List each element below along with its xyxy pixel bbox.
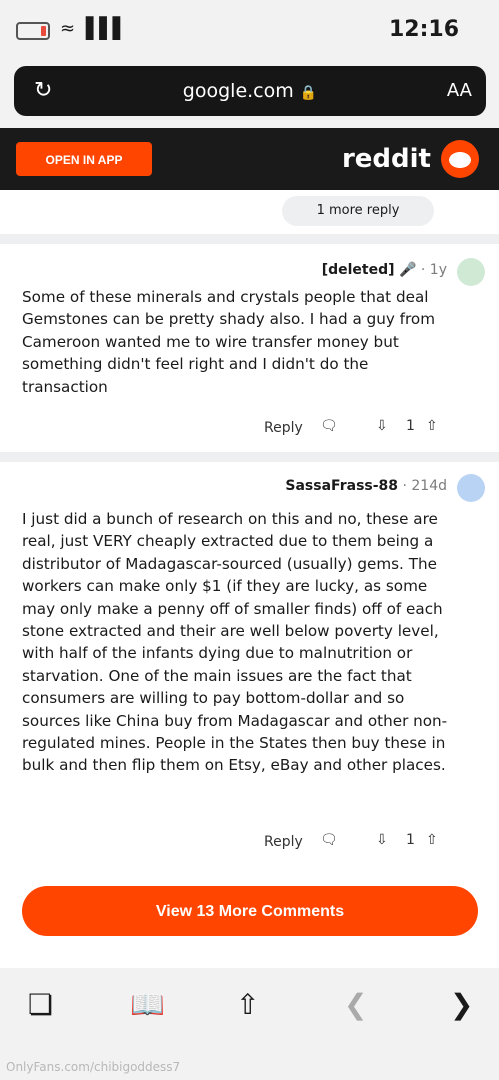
comment-header: [deleted] 🎤 · 1y xyxy=(15,258,485,288)
comment-meta: [deleted] 🎤 · 1y xyxy=(321,262,447,278)
bookmarks-icon[interactable]: 📖 xyxy=(130,988,165,1021)
upvote-icon[interactable]: ⇧ xyxy=(426,418,438,434)
reply-label: Reply xyxy=(264,420,303,436)
mic-icon: 🎤 xyxy=(399,262,417,278)
reddit-logo-text: reddit xyxy=(341,144,431,174)
reader-aa-button[interactable]: AA xyxy=(447,80,472,101)
open-in-app-button[interactable]: OPEN IN APP xyxy=(16,142,152,176)
comment-age: 214d xyxy=(411,478,447,494)
more-reply-button[interactable]: 1 more reply xyxy=(282,196,434,226)
view-more-comments-button[interactable]: View 13 More Comments xyxy=(22,886,478,936)
status-time: 12:16 xyxy=(388,17,459,42)
vote-count: 1 xyxy=(406,418,415,434)
wifi-icon: ≈ xyxy=(60,18,76,39)
avatar[interactable] xyxy=(457,258,485,286)
vote-count: 1 xyxy=(406,832,415,848)
comment-username[interactable]: SassaFrass-88 xyxy=(285,478,398,494)
comment-actions: Reply 🗨 ⇩ 1 ⇧ xyxy=(264,830,454,858)
comment-sassafrass: SassaFrass-88 · 214d I just did a bunch … xyxy=(0,462,499,878)
downvote-icon[interactable]: ⇩ xyxy=(376,418,388,434)
reply-label: Reply xyxy=(264,834,303,850)
lock-icon: 🔒 xyxy=(299,85,318,101)
avatar[interactable] xyxy=(457,474,485,502)
reply-icon[interactable]: 🗨 xyxy=(320,832,338,848)
comment-header: SassaFrass-88 · 214d xyxy=(15,474,485,504)
downvote-icon[interactable]: ⇩ xyxy=(376,832,388,848)
comment-actions: Reply 🗨 ⇩ 1 ⇧ xyxy=(264,416,454,444)
reply-icon[interactable]: 🗨 xyxy=(320,418,338,434)
comment-body: Some of these minerals and crystals peop… xyxy=(22,288,436,396)
upvote-icon[interactable]: ⇧ xyxy=(426,832,438,848)
divider xyxy=(0,452,499,462)
reddit-header: OPEN IN APP reddit xyxy=(0,128,499,190)
watermark: OnlyFans.com/chibigoddess7 xyxy=(6,1060,181,1074)
url-display: google.com 🔒 xyxy=(14,80,486,102)
divider xyxy=(0,234,499,244)
snoo-icon xyxy=(441,140,479,178)
share-icon[interactable]: ⇧ xyxy=(236,988,259,1021)
browser-address-area: ↻ google.com 🔒 AA xyxy=(0,60,499,128)
forward-icon[interactable]: ❮ xyxy=(344,988,367,1021)
back-icon[interactable]: ❯ xyxy=(450,988,473,1021)
comment-username[interactable]: [deleted] xyxy=(322,262,395,278)
comment-age: 1y xyxy=(429,262,447,278)
battery-icon xyxy=(16,22,50,40)
status-bar: ≈ ▌▌▌ 12:16 xyxy=(0,0,499,60)
address-bar[interactable]: ↻ google.com 🔒 AA xyxy=(14,66,486,116)
url-text: google.com xyxy=(182,80,294,102)
comment-meta: SassaFrass-88 · 214d xyxy=(285,478,447,494)
signal-icon: ▌▌▌ xyxy=(86,16,128,40)
tabs-icon[interactable]: ❏ xyxy=(28,988,53,1021)
comment-body: I just did a bunch of research on this a… xyxy=(22,510,448,775)
comment-deleted: [deleted] 🎤 · 1y Some of these minerals … xyxy=(0,244,499,452)
comment-thread: 1 more reply [deleted] 🎤 · 1y Some of th… xyxy=(0,190,499,968)
